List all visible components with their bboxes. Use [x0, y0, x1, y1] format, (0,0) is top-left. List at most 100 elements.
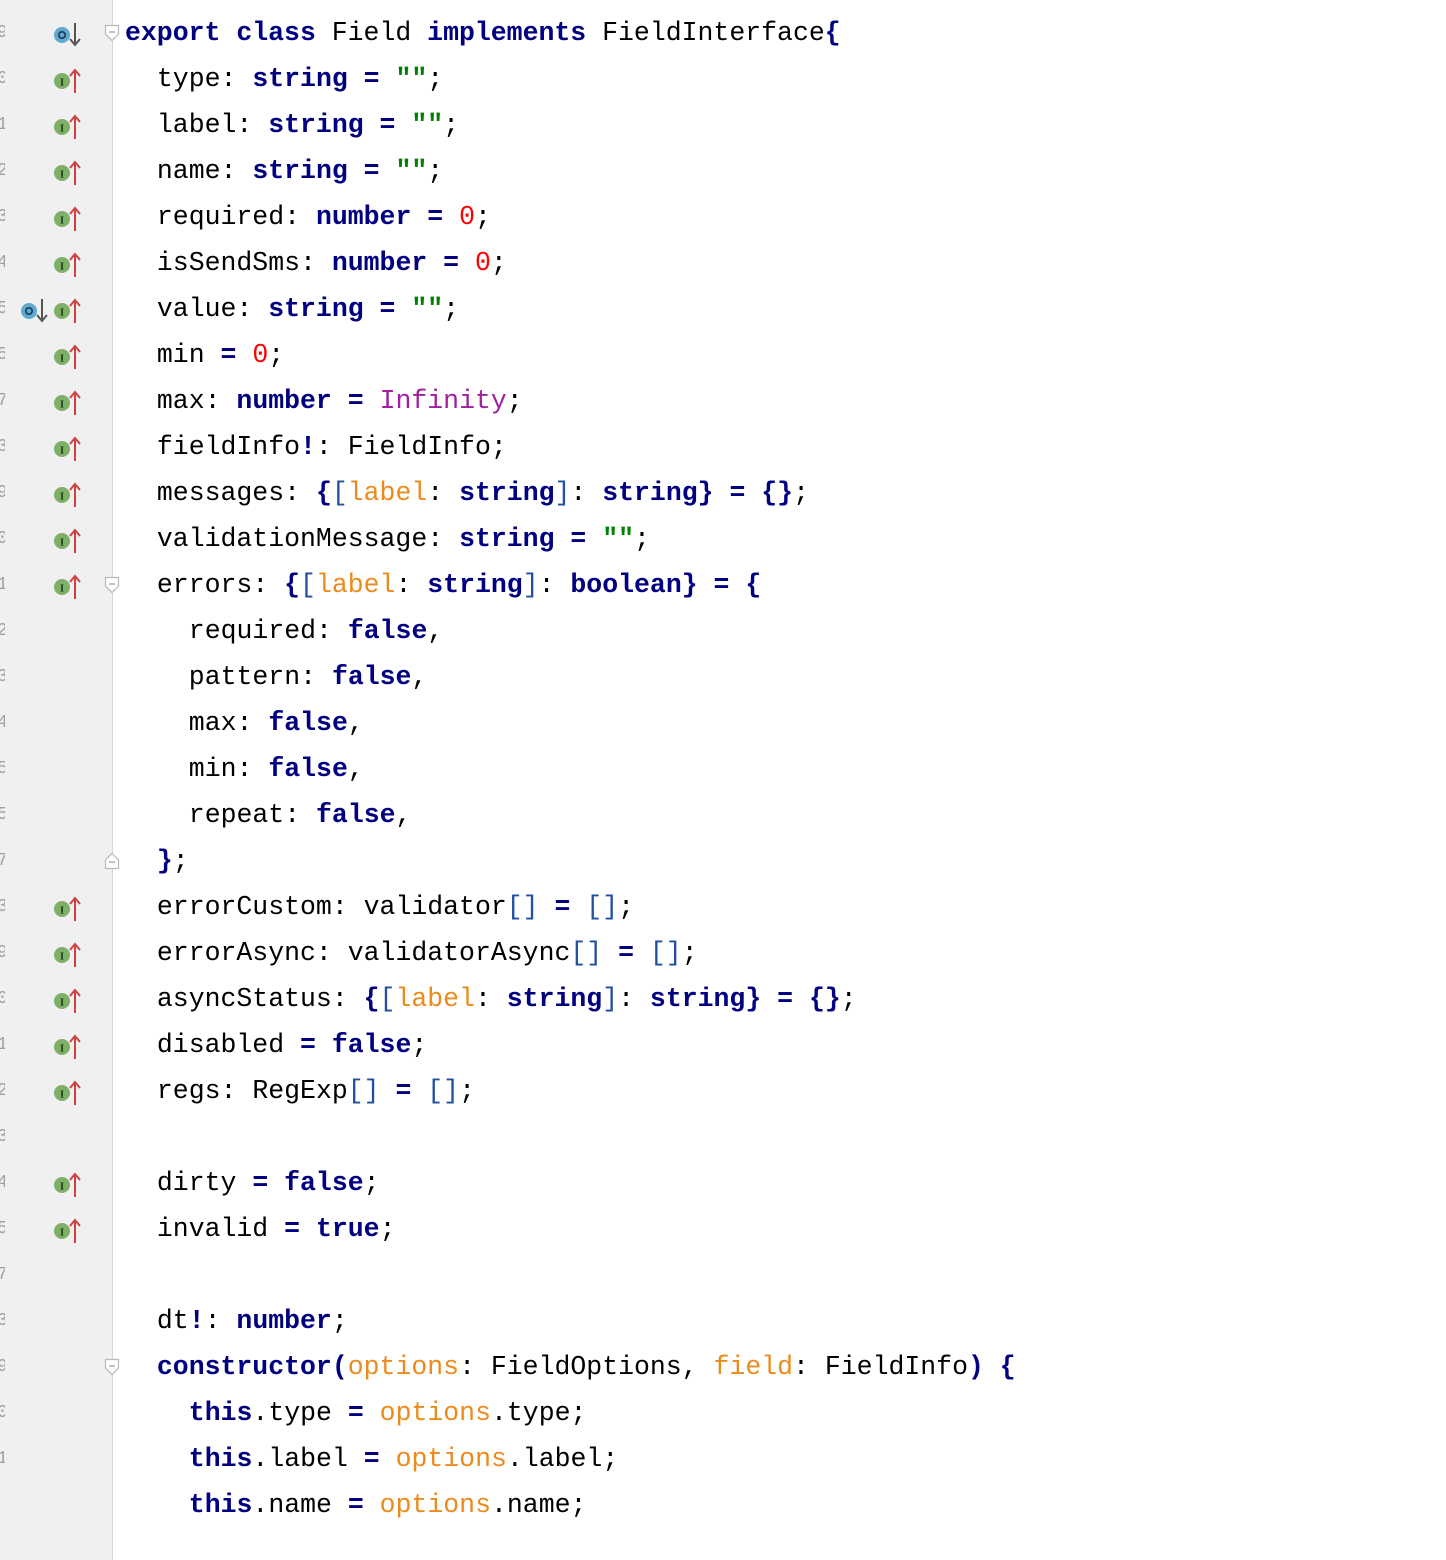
code-text[interactable]: pattern: false,	[189, 662, 428, 692]
code-lines: 9 export class Field implements FieldInte…	[0, 10, 1446, 1528]
code-line[interactable]: 5 Ivalue: string = "";	[0, 286, 1446, 332]
code-line[interactable]: 3 Irequired: number = 0;	[0, 194, 1446, 240]
code-line[interactable]: 5 Imin = 0;	[0, 332, 1446, 378]
code-line[interactable]: 2 Iregs: RegExp[] = [];	[0, 1068, 1446, 1114]
code-text[interactable]: export class Field implements FieldInter…	[125, 18, 841, 48]
line-number: 2	[0, 618, 5, 644]
code-text[interactable]: errorCustom: validator[] = [];	[157, 892, 634, 922]
code-line[interactable]: 3 IfieldInfo!: FieldInfo;	[0, 424, 1446, 470]
implementing-property-icon[interactable]: I	[53, 988, 83, 1014]
code-line[interactable]: 3	[0, 1114, 1446, 1160]
code-text[interactable]: asyncStatus: {[label: string]: string} =…	[157, 984, 857, 1014]
code-line[interactable]: 9 IerrorAsync: validatorAsync[] = [];	[0, 930, 1446, 976]
code-text[interactable]: };	[157, 846, 189, 876]
code-line[interactable]: 1 Ierrors: {[label: string]: boolean} = {	[0, 562, 1446, 608]
code-text[interactable]: value: string = "";	[157, 294, 459, 324]
implementing-property-icon[interactable]: I	[53, 1080, 83, 1106]
code-text[interactable]: repeat: false,	[189, 800, 412, 830]
code-text[interactable]: validationMessage: string = "";	[157, 524, 650, 554]
implementing-property-icon[interactable]: I	[53, 298, 83, 324]
code-text[interactable]: dt!: number;	[157, 1306, 348, 1336]
code-line[interactable]: 1 this.label = options.label;	[0, 1436, 1446, 1482]
code-text[interactable]: this.label = options.label;	[189, 1444, 618, 1474]
code-text[interactable]: max: false,	[189, 708, 364, 738]
code-text[interactable]: type: string = "";	[157, 64, 443, 94]
implementing-property-icon[interactable]: I	[53, 252, 83, 278]
code-text[interactable]: fieldInfo!: FieldInfo;	[157, 432, 507, 462]
code-line[interactable]: 9 constructor(options: FieldOptions, fiel…	[0, 1344, 1446, 1390]
code-line[interactable]: 0 IasyncStatus: {[label: string]: string}…	[0, 976, 1446, 1022]
code-text[interactable]: constructor(options: FieldOptions, field…	[157, 1352, 1016, 1382]
overridden-method-icon[interactable]	[20, 298, 50, 324]
code-text[interactable]: regs: RegExp[] = [];	[157, 1076, 475, 1106]
svg-text:I: I	[60, 491, 64, 503]
code-line[interactable]: 5 repeat: false,	[0, 792, 1446, 838]
code-line[interactable]: 7};	[0, 838, 1446, 884]
implementing-property-icon[interactable]: I	[53, 114, 83, 140]
implementing-property-icon[interactable]: I	[53, 896, 83, 922]
fold-toggle-icon[interactable]	[104, 24, 120, 42]
code-line[interactable]: this.name = options.name;	[0, 1482, 1446, 1528]
code-text[interactable]: required: number = 0;	[157, 202, 491, 232]
code-text[interactable]: isSendSms: number = 0;	[157, 248, 507, 278]
svg-text:I: I	[60, 1227, 64, 1239]
code-text[interactable]: errorAsync: validatorAsync[] = [];	[157, 938, 698, 968]
code-line[interactable]: 2 Iname: string = "";	[0, 148, 1446, 194]
line-number: 1	[0, 572, 5, 598]
code-text[interactable]: messages: {[label: string]: string} = {}…	[157, 478, 809, 508]
code-line[interactable]: 2 required: false,	[0, 608, 1446, 654]
code-line[interactable]: 7 Imax: number = Infinity;	[0, 378, 1446, 424]
line-number: 4	[0, 1170, 5, 1196]
code-text[interactable]: max: number = Infinity;	[157, 386, 523, 416]
implementing-property-icon[interactable]: I	[53, 482, 83, 508]
code-line[interactable]: 3 dt!: number;	[0, 1298, 1446, 1344]
code-line[interactable]: 3 IerrorCustom: validator[] = [];	[0, 884, 1446, 930]
implementing-property-icon[interactable]: I	[53, 160, 83, 186]
code-line[interactable]: 5 Iinvalid = true;	[0, 1206, 1446, 1252]
code-text[interactable]: dirty = false;	[157, 1168, 380, 1198]
implementing-property-icon[interactable]: I	[53, 528, 83, 554]
code-text[interactable]: this.name = options.name;	[189, 1490, 587, 1520]
implementing-property-icon[interactable]: I	[53, 1034, 83, 1060]
fold-toggle-icon[interactable]	[104, 1358, 120, 1376]
code-line[interactable]: 4 Idirty = false;	[0, 1160, 1446, 1206]
code-line[interactable]: 9 export class Field implements FieldInte…	[0, 10, 1446, 56]
line-number: 4	[0, 250, 5, 276]
code-line[interactable]: 4 IisSendSms: number = 0;	[0, 240, 1446, 286]
fold-toggle-icon[interactable]	[104, 576, 120, 594]
code-line[interactable]: 1 Ilabel: string = "";	[0, 102, 1446, 148]
implementing-property-icon[interactable]: I	[53, 1172, 83, 1198]
code-line[interactable]: 0 IvalidationMessage: string = "";	[0, 516, 1446, 562]
line-number: 5	[0, 342, 5, 368]
code-text[interactable]: disabled = false;	[157, 1030, 427, 1060]
code-text[interactable]: this.type = options.type;	[189, 1398, 587, 1428]
code-text[interactable]: label: string = "";	[157, 110, 459, 140]
overridden-method-icon[interactable]	[53, 22, 83, 48]
code-line[interactable]: 7	[0, 1252, 1446, 1298]
code-line[interactable]: 1 Idisabled = false;	[0, 1022, 1446, 1068]
implementing-property-icon[interactable]: I	[53, 390, 83, 416]
line-number: 5	[0, 802, 5, 828]
implementing-property-icon[interactable]: I	[53, 436, 83, 462]
code-text[interactable]: required: false,	[189, 616, 443, 646]
code-line[interactable]: 4 max: false,	[0, 700, 1446, 746]
code-text[interactable]: invalid = true;	[157, 1214, 396, 1244]
code-line[interactable]: 9 Imessages: {[label: string]: string} = …	[0, 470, 1446, 516]
line-number: 5	[0, 1216, 5, 1242]
implementing-property-icon[interactable]: I	[53, 574, 83, 600]
code-line[interactable]: 0 Itype: string = "";	[0, 56, 1446, 102]
implementing-property-icon[interactable]: I	[53, 942, 83, 968]
implementing-property-icon[interactable]: I	[53, 1218, 83, 1244]
code-text[interactable]: min = 0;	[157, 340, 284, 370]
implementing-property-icon[interactable]: I	[53, 68, 83, 94]
code-line[interactable]: 0 this.type = options.type;	[0, 1390, 1446, 1436]
code-text[interactable]: min: false,	[189, 754, 364, 784]
implementing-property-icon[interactable]: I	[53, 206, 83, 232]
implementing-property-icon[interactable]: I	[53, 344, 83, 370]
code-line[interactable]: 5 min: false,	[0, 746, 1446, 792]
fold-toggle-icon[interactable]	[104, 852, 120, 870]
code-text[interactable]: errors: {[label: string]: boolean} = {	[157, 570, 761, 600]
code-text[interactable]: name: string = "";	[157, 156, 443, 186]
code-line[interactable]: 3 pattern: false,	[0, 654, 1446, 700]
line-number: 9	[0, 20, 5, 46]
